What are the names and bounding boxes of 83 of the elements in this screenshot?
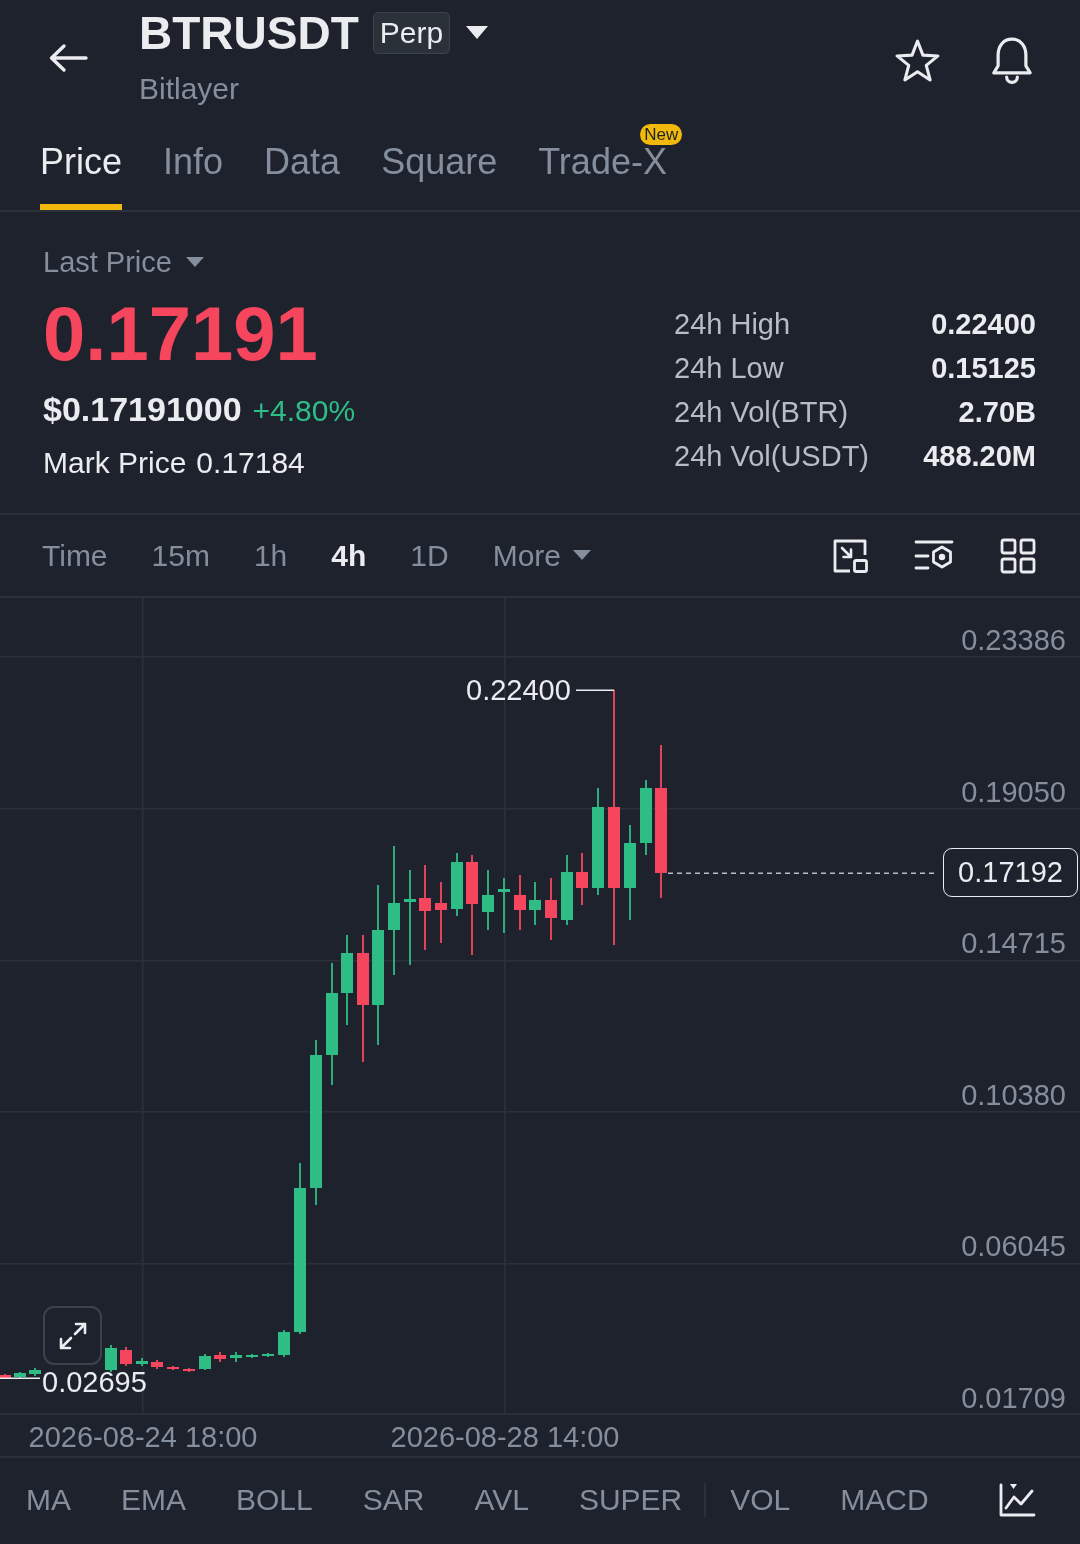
indicator-button[interactable]: VOL (730, 1482, 791, 1518)
mark-price-value: 0.17184 (196, 445, 305, 481)
indicator-button[interactable]: BOLL (236, 1482, 313, 1518)
candle (151, 1360, 163, 1369)
stat-label: 24h Vol(BTR) (674, 395, 850, 430)
expand-button[interactable] (43, 1306, 102, 1365)
star-icon[interactable] (895, 39, 940, 82)
stat-value: 488.20M (923, 439, 1036, 474)
stat-label: 24h High (674, 307, 792, 342)
more-dropdown[interactable]: More (492, 537, 592, 574)
price-axis-label: 0.06045 (961, 1231, 1066, 1262)
candle (199, 1354, 211, 1370)
candle (498, 878, 510, 933)
price-axis-label: 0.14715 (961, 928, 1066, 959)
price-axis-label: 0.19050 (961, 776, 1066, 807)
candle (451, 853, 463, 916)
grid-icon[interactable] (1000, 537, 1036, 574)
price-change: +4.80% (252, 393, 356, 429)
candle (14, 1372, 26, 1378)
stat-label: 24h Low (674, 351, 785, 386)
interval-option[interactable]: 1D (410, 537, 449, 574)
current-price-tag: 0.17192 (943, 848, 1078, 897)
candle (529, 882, 541, 925)
candle (120, 1347, 132, 1366)
interval-option[interactable]: Time (42, 537, 108, 574)
candle (246, 1354, 258, 1358)
high-price-label: 0.22400 (466, 674, 571, 706)
interval-option[interactable]: 4h (331, 537, 367, 574)
mark-price-label: Mark Price (43, 445, 187, 481)
bell-icon[interactable] (990, 37, 1034, 84)
candle (167, 1366, 179, 1370)
stat-value: 2.70B (957, 395, 1036, 430)
candle (514, 875, 526, 930)
candle (435, 882, 447, 943)
candle (262, 1353, 274, 1357)
contract-type-badge: Perp (372, 12, 451, 54)
candle (482, 870, 494, 930)
indicator-button[interactable]: EMA (121, 1482, 186, 1518)
candle (561, 855, 573, 925)
leader-line (0, 1377, 40, 1379)
indicator-button[interactable]: MACD (840, 1482, 929, 1518)
candle (136, 1358, 148, 1366)
tab[interactable]: Info (163, 140, 224, 210)
interval-option[interactable]: 15m (151, 537, 210, 574)
caret-down-icon (185, 256, 204, 268)
caret-down-icon (573, 550, 592, 561)
stat-value: 0.15125 (930, 351, 1036, 386)
candle (545, 878, 557, 940)
indicator-button[interactable]: AVL (474, 1482, 529, 1518)
time-axis-label: 2026-08-24 18:00 (28, 1421, 258, 1453)
last-price: 0.17191 (43, 294, 318, 374)
price-type-dropdown[interactable]: Last Price (43, 244, 204, 280)
candle (183, 1368, 195, 1372)
tab[interactable]: Price (40, 140, 123, 210)
candle (230, 1352, 242, 1362)
indicator-button[interactable]: SAR (362, 1482, 425, 1518)
expand-arrows-icon (57, 1320, 88, 1351)
tab[interactable]: Square (381, 140, 498, 210)
price-axis-label: 0.23386 (961, 625, 1066, 655)
caret-down-icon[interactable] (466, 26, 489, 40)
stat-value: 0.22400 (930, 307, 1036, 342)
new-badge: New (640, 124, 683, 145)
line-chart-icon[interactable] (998, 1482, 1036, 1518)
low-price-label: 0.02695 (42, 1367, 147, 1397)
candle (278, 1330, 290, 1357)
pair-subtitle: Bitlayer (139, 71, 240, 107)
price-axis-label: 0.10380 (961, 1079, 1066, 1110)
usd-price: $0.17191000 (43, 389, 242, 429)
frame-arrow-icon[interactable] (832, 537, 868, 574)
back-arrow-icon[interactable] (48, 43, 88, 73)
candle (29, 1368, 41, 1376)
candle (214, 1352, 226, 1362)
candle (105, 1345, 117, 1372)
indicator-button[interactable]: MA (26, 1482, 71, 1518)
indicator-button[interactable]: SUPER (578, 1482, 683, 1518)
price-axis-label: 0.01709 (961, 1383, 1066, 1413)
candle (576, 853, 588, 905)
interval-option[interactable]: 1h (253, 537, 288, 574)
time-axis-label: 2026-08-28 14:00 (390, 1421, 620, 1453)
tab[interactable]: Data (264, 140, 341, 210)
stat-label: 24h Vol(USDT) (674, 439, 870, 474)
leader-line (576, 689, 614, 691)
pair-title: BTRUSDT (139, 8, 359, 58)
